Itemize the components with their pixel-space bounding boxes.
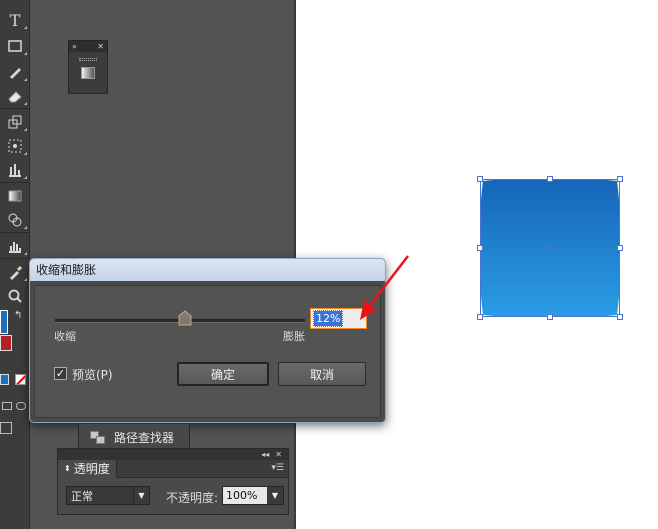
grip-handle[interactable]: [79, 58, 97, 61]
rectangle-tool[interactable]: [0, 34, 30, 58]
free-transform-tool[interactable]: [0, 134, 30, 158]
shape-builder-icon: [8, 213, 22, 227]
gradient-tool[interactable]: [0, 184, 30, 208]
eyedropper-icon: [10, 266, 22, 280]
rectangle-icon: [8, 40, 22, 52]
eyedropper-tool[interactable]: [0, 260, 30, 284]
preview-checkbox[interactable]: ✓: [54, 367, 67, 380]
pucker-bloat-dialog: 收缩和膨胀 收缩 膨胀 12% ✓ 预览(P) 确定 取消: [29, 258, 386, 423]
preview-label[interactable]: 预览(P): [72, 366, 113, 383]
draw-mode-icon[interactable]: [2, 402, 12, 410]
dialog-body: 收缩 膨胀 12% ✓ 预览(P) 确定 取消: [34, 285, 381, 418]
tab-toggle-icon: ⬍: [64, 464, 71, 473]
pathfinder-label: 路径查找器: [114, 431, 175, 445]
handle-top[interactable]: [547, 176, 553, 182]
gradient-mini-panel[interactable]: » ✕: [68, 40, 108, 94]
opacity-input[interactable]: 100% ▼: [222, 486, 284, 505]
chevron-down-icon[interactable]: ▼: [267, 487, 283, 504]
dialog-title[interactable]: 收缩和膨胀: [30, 259, 385, 281]
handle-right[interactable]: [617, 245, 623, 251]
handle-top-right[interactable]: [617, 176, 623, 182]
opacity-value: 100%: [226, 489, 258, 502]
collapse-icon[interactable]: »: [0, 0, 30, 6]
gradient-icon: [8, 190, 22, 202]
amount-value: 12%: [313, 310, 344, 327]
tools-panel: » T ↰: [0, 0, 30, 529]
opacity-label: 不透明度:: [166, 491, 219, 505]
zoom-icon: [8, 289, 22, 303]
chevron-down-icon: ▼: [133, 487, 149, 504]
fill-color-swatch[interactable]: [0, 310, 8, 334]
gradient-swatch-icon[interactable]: [81, 67, 95, 79]
column-graph-icon: [9, 242, 21, 253]
zoom-tool[interactable]: [0, 284, 30, 308]
close-icon[interactable]: ✕: [97, 42, 104, 51]
screen-mode-icon[interactable]: [0, 422, 12, 434]
center-point: [548, 246, 552, 250]
red-arrow-annotation: [360, 255, 409, 320]
pucker-label: 收缩: [54, 330, 76, 343]
bloat-label: 膨胀: [283, 330, 305, 343]
selected-shape[interactable]: [477, 176, 623, 320]
eraser-icon: [8, 91, 22, 103]
scale-icon: [8, 115, 22, 129]
panel-menu-icon[interactable]: ▾☰: [271, 463, 284, 473]
stroke-color-swatch[interactable]: [0, 335, 12, 351]
scale-tool[interactable]: [0, 110, 30, 134]
pathfinder-icon: [90, 430, 106, 445]
color-mode-button[interactable]: [0, 374, 9, 385]
blend-mode-value: 正常: [71, 489, 93, 503]
free-transform-icon: [8, 139, 22, 153]
blend-mode-select[interactable]: 正常 ▼: [66, 486, 150, 505]
none-mode-icon[interactable]: [15, 374, 26, 385]
transparency-tab[interactable]: ⬍ 透明度: [58, 459, 117, 478]
swap-colors-icon[interactable]: ↰: [14, 310, 22, 321]
transparency-panel: ◂◂ ✕ ⬍ 透明度 ▾☰ 正常 ▼ 不透明度: 100% ▼: [57, 448, 289, 515]
type-icon: T: [9, 10, 21, 30]
handle-left[interactable]: [477, 245, 483, 251]
shape-builder-tool[interactable]: [0, 208, 30, 232]
graph-icon: [9, 164, 21, 177]
type-tool[interactable]: T: [0, 8, 30, 32]
draw-behind-icon[interactable]: [16, 402, 26, 410]
slider-thumb[interactable]: [178, 310, 192, 326]
ok-button[interactable]: 确定: [177, 362, 269, 386]
handle-bottom[interactable]: [547, 314, 553, 320]
pencil-icon: [10, 68, 21, 79]
handle-bottom-left[interactable]: [477, 314, 483, 320]
handle-bottom-right[interactable]: [617, 314, 623, 320]
graph-tool[interactable]: [0, 158, 30, 182]
transparency-tab-label: 透明度: [73, 462, 110, 476]
expand-icon[interactable]: »: [72, 42, 77, 51]
panel-close-icon[interactable]: ✕: [275, 450, 282, 459]
handle-top-left[interactable]: [477, 176, 483, 182]
cancel-button[interactable]: 取消: [278, 362, 366, 386]
eraser-tool[interactable]: [0, 84, 30, 108]
panel-collapse-icon[interactable]: ◂◂: [261, 450, 269, 459]
column-graph-tool[interactable]: [0, 234, 30, 258]
pencil-tool[interactable]: [0, 60, 30, 84]
